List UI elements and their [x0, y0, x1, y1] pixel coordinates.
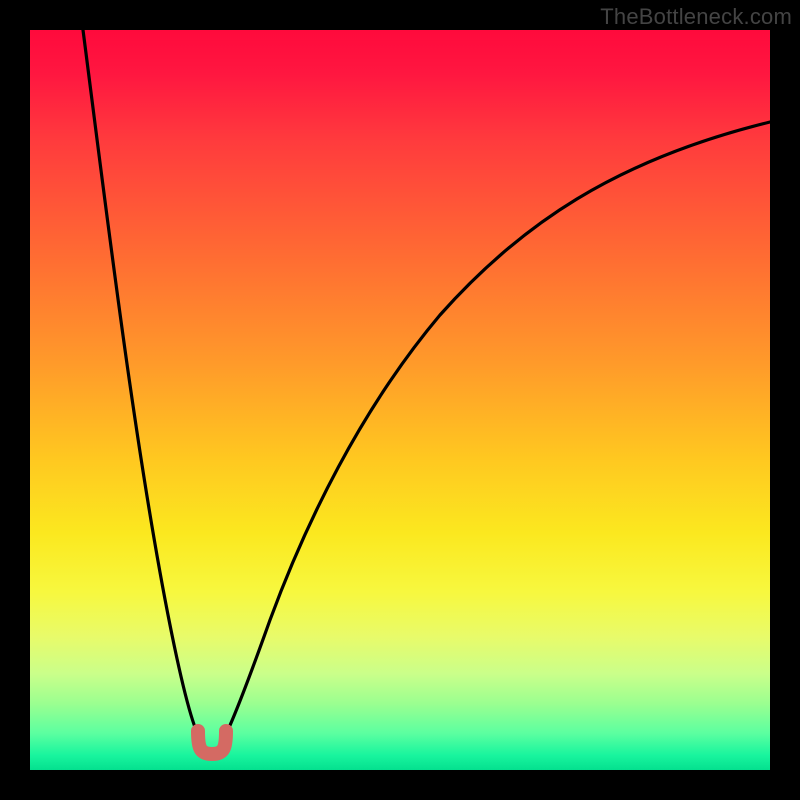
- watermark-source: TheBottleneck.com: [600, 4, 792, 30]
- chart-container: TheBottleneck.com: [0, 0, 800, 800]
- curve-left-branch: [83, 30, 202, 742]
- sweet-spot-marker: [198, 731, 226, 754]
- curve-right-branch: [222, 122, 770, 742]
- bottleneck-curve: [30, 30, 770, 770]
